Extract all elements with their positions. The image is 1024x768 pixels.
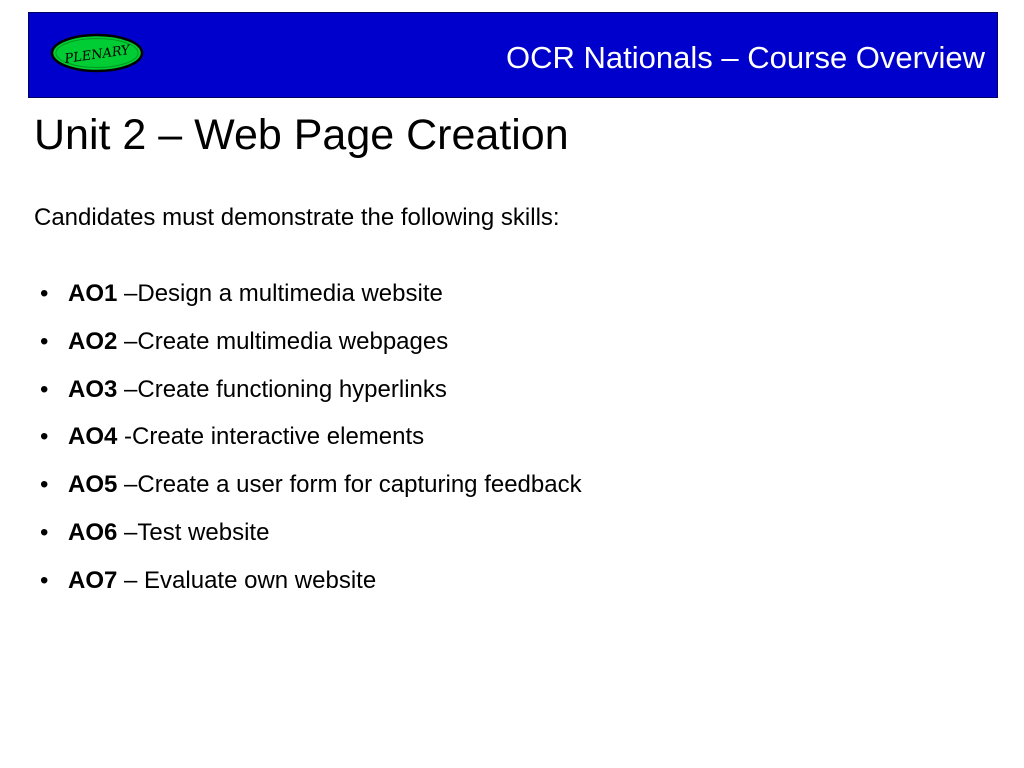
objective-code: AO6 [68,518,118,546]
header-title: OCR Nationals – Course Overview [506,40,985,75]
objective-description: –Design a multimedia website [117,280,443,307]
objective-description: – Evaluate own website [117,566,377,594]
bullet-icon: • [40,518,49,546]
bullet-icon: • [40,280,49,307]
objective-description: –Test website [117,518,270,546]
header-bar: PLENARY OCR Nationals – Course Overview [28,12,998,98]
slide: PLENARY OCR Nationals – Course Overview … [0,0,1024,768]
objective-code: AO7 [68,566,118,594]
page-title: Unit 2 – Web Page Creation [34,111,569,159]
objective-text: AO4 -Create interactive elements [68,422,424,452]
objective-description: –Create a user form for capturing feedba… [117,471,582,499]
objective-text: AO3 –Create functioning hyperlinks [68,375,447,405]
objective-text: AO6 –Test website [68,518,269,548]
plenary-logo: PLENARY [49,31,145,75]
objective-code: AO5 [68,471,118,499]
bullet-icon: • [40,566,49,594]
objective-text: AO7 – Evaluate own website [68,566,376,596]
objective-code: AO1 [68,280,118,307]
objective-text: AO1 –Design a multimedia website [68,279,443,309]
objective-text: AO2 –Create multimedia webpages [68,327,448,357]
objective-code: AO4 [68,423,118,451]
bullet-icon: • [40,471,49,499]
objective-code: AO3 [68,375,118,403]
plenary-logo-graphic: PLENARY [50,33,144,73]
bullet-icon: • [40,423,49,451]
objective-description: -Create interactive elements [117,423,425,451]
bullet-icon: • [40,375,49,403]
objective-description: –Create multimedia webpages [117,327,449,355]
objective-description: –Create functioning hyperlinks [117,375,447,403]
intro-text: Candidates must demonstrate the followin… [34,204,560,231]
bullet-icon: • [40,327,49,355]
objective-code: AO2 [68,327,118,355]
objective-text: AO5 –Create a user form for capturing fe… [68,470,582,500]
